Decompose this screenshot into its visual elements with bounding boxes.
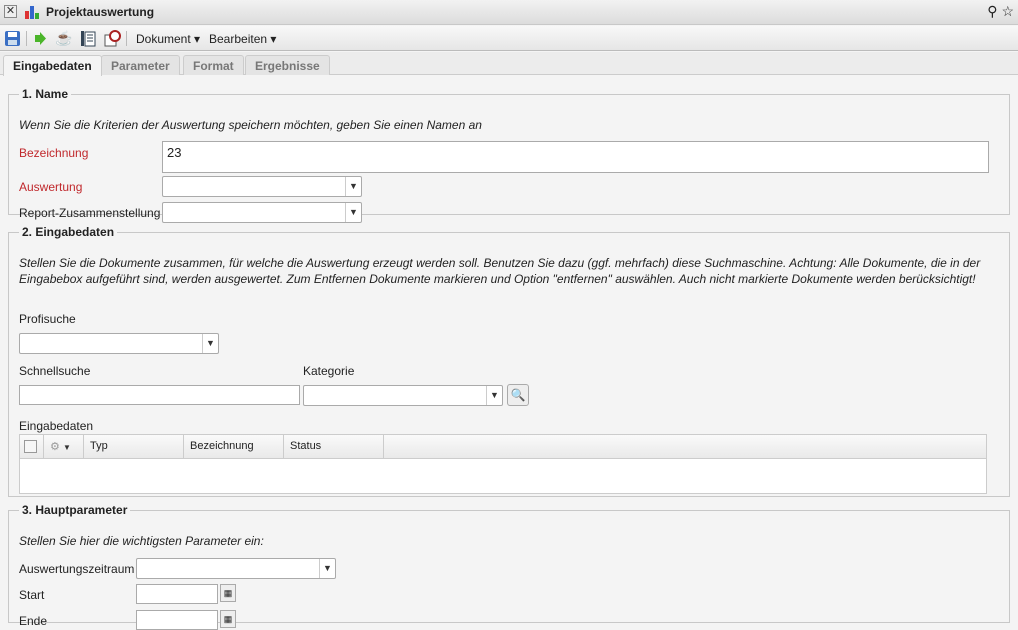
search-button[interactable]: 🔍 [507,384,529,406]
gear-icon: ⚙ [50,441,60,453]
bezeichnung-label: Bezeichnung [19,146,89,160]
calendar-icon[interactable]: ▦ [220,610,236,628]
kategorie-label: Kategorie [303,364,355,378]
section-hint: Wenn Sie die Kriterien der Auswertung sp… [19,118,482,132]
chevron-down-icon: ▼ [202,334,218,353]
tab-eingabedaten[interactable]: Eingabedaten [3,55,102,76]
section-legend: 2. Eingabedaten [22,225,115,239]
report-label: Report-Zusammenstellung [19,206,161,220]
gear-menu-button[interactable]: ⚙ ▼ [44,435,84,459]
list-icon[interactable] [80,30,96,47]
section-hint: Stellen Sie die Dokumente zusammen, für … [19,256,981,286]
profisuche-select[interactable]: ▼ [19,333,219,354]
chevron-down-icon: ▼ [345,177,361,196]
eingabedaten-label: Eingabedaten [19,419,94,433]
auswertung-label: Auswertung [19,180,83,194]
menu-dokument[interactable]: Dokument ▾ [136,32,200,46]
save-icon[interactable] [4,30,21,47]
tab-ergebnisse[interactable]: Ergebnisse [245,55,330,75]
section-eingabedaten: 2. Eingabedaten Stellen Sie die Dokument… [8,225,1010,497]
schnellsuche-input[interactable] [19,385,300,405]
chevron-down-icon: ▼ [345,203,361,222]
cup-icon[interactable]: ☕ [55,30,72,47]
menu-bearbeiten[interactable]: Bearbeiten ▾ [209,32,276,46]
profisuche-label: Profisuche [19,312,76,326]
ende-label: Ende [19,614,48,628]
grid-header: ⚙ ▼ Typ Bezeichnung Status [20,435,986,459]
select-all-checkbox[interactable] [20,435,44,459]
start-date-input[interactable] [136,584,218,604]
chevron-down-icon: ▼ [486,386,502,405]
section-legend: 3. Hauptparameter [22,503,128,517]
calendar-clock-icon[interactable] [104,30,121,47]
column-bezeichnung[interactable]: Bezeichnung [184,435,284,459]
pin-icon[interactable]: ⚲ [987,3,997,19]
auswertung-select[interactable]: ▼ [162,176,362,197]
end-date-input[interactable] [136,610,218,630]
tab-bar: Eingabedaten Parameter Format Ergebnisse [0,52,1018,76]
eingabedaten-grid: ⚙ ▼ Typ Bezeichnung Status [19,434,987,494]
start-label: Start [19,588,45,602]
zeitraum-select[interactable]: ▼ [136,558,336,579]
close-icon[interactable]: ✕ [4,5,17,18]
column-status[interactable]: Status [284,435,384,459]
star-icon[interactable]: ☆ [1001,3,1014,19]
tab-format[interactable]: Format [183,55,244,75]
section-name: 1. Name Wenn Sie die Kriterien der Auswe… [8,87,1010,223]
search-icon: 🔍 [510,388,526,402]
tab-parameter[interactable]: Parameter [101,55,180,75]
window-title: Projektauswertung [46,5,155,19]
run-icon[interactable] [33,30,47,47]
section-hint: Stellen Sie hier die wichtigsten Paramet… [19,534,264,548]
bar-chart-icon [25,6,39,19]
report-select[interactable]: ▼ [162,202,362,223]
zeitraum-label: Auswertungszeitraum [19,562,135,576]
section-legend: 1. Name [22,87,69,101]
calendar-icon[interactable]: ▦ [220,584,236,602]
title-bar: ✕ Projektauswertung ⚲ ☆ [0,0,1018,25]
toolbar: ☕ Dokument ▾ Bearbeiten ▾ [0,26,1018,51]
kategorie-select[interactable]: ▼ [303,385,503,406]
schnellsuche-label: Schnellsuche [19,364,91,378]
section-hauptparameter: 3. Hauptparameter Stellen Sie hier die w… [8,503,1010,630]
chevron-down-icon: ▼ [319,559,335,578]
bezeichnung-input[interactable]: 23 [162,141,989,173]
column-typ[interactable]: Typ [84,435,184,459]
